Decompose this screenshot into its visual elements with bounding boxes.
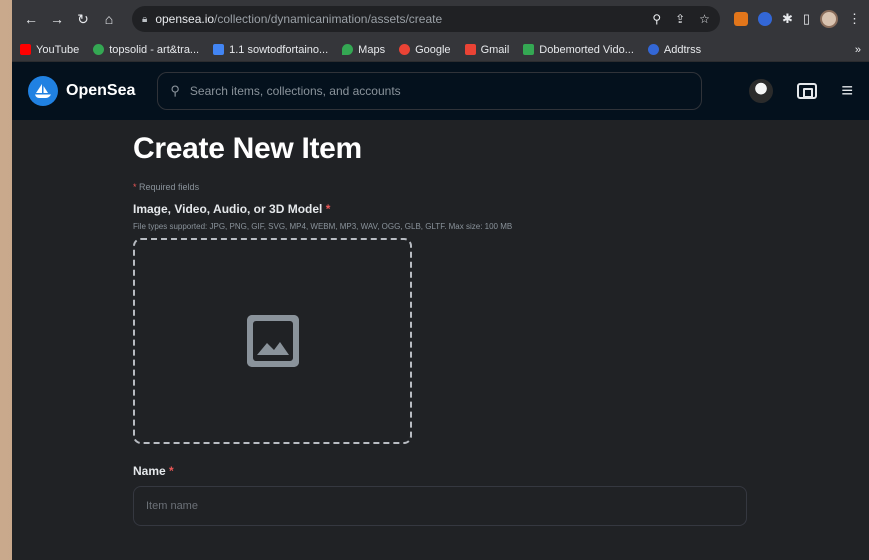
bookmark-favicon — [213, 44, 225, 55]
youtube-icon — [20, 44, 31, 55]
bookmark-topsolid[interactable]: topsolid - art&tra... — [93, 44, 199, 56]
reload-icon[interactable]: ↻ — [72, 8, 94, 30]
bookmark-video[interactable]: Dobemorted Vido... — [523, 44, 634, 56]
gmail-icon — [464, 44, 476, 55]
profile-avatar[interactable] — [820, 10, 838, 28]
star-icon[interactable]: ☆ — [699, 12, 710, 26]
required-asterisk: * — [325, 202, 331, 216]
metamask-extension-icon[interactable] — [733, 12, 748, 26]
bookmark-maps[interactable]: Maps — [342, 44, 385, 56]
share-icon[interactable]: ⇪ — [675, 12, 685, 26]
bookmarks-overflow-icon[interactable]: » — [855, 44, 861, 56]
bookmark-favicon — [647, 44, 659, 55]
required-asterisk: * — [169, 464, 174, 478]
bookmark-address[interactable]: Addtrss — [647, 44, 701, 56]
site-header: OpenSea ⚲ ≡ — [12, 62, 869, 120]
bookmarks-bar: YouTube topsolid - art&tra... 1.1 sowtod… — [12, 38, 869, 62]
media-upload-dropzone[interactable] — [133, 238, 412, 444]
brand-name: OpenSea — [66, 82, 136, 99]
user-avatar[interactable] — [749, 79, 774, 103]
url-host: opensea.io — [155, 12, 215, 26]
search-input[interactable] — [189, 84, 690, 98]
name-field-label: Name * — [133, 464, 174, 478]
url-path: /collection/dynamicanimation/assets/crea… — [214, 12, 443, 26]
google-icon — [399, 44, 411, 55]
home-icon[interactable]: ⌂ — [98, 8, 120, 30]
browser-menu-icon[interactable]: ⋮ — [848, 11, 861, 27]
opensea-logo[interactable]: OpenSea — [28, 76, 135, 106]
name-input[interactable] — [133, 486, 747, 526]
search-icon: ⚲ — [170, 83, 180, 98]
bookmark-favicon — [93, 44, 105, 55]
media-help-text: File types supported: JPG, PNG, GIF, SVG… — [133, 222, 513, 231]
opensea-boat-icon — [28, 76, 58, 106]
browser-window: ← → ↻ ⌂ 🔒︎ opensea.io /collection/dynami… — [12, 0, 869, 560]
zoom-icon[interactable]: ⚲ — [652, 12, 661, 26]
browser-toolbar: ← → ↻ ⌂ 🔒︎ opensea.io /collection/dynami… — [12, 0, 869, 38]
page-title: Create New Item — [133, 132, 362, 165]
back-icon[interactable]: ← — [20, 8, 42, 30]
media-field-label: Image, Video, Audio, or 3D Model * — [133, 202, 331, 216]
image-placeholder-icon — [246, 315, 299, 367]
wallet-icon[interactable] — [797, 83, 818, 99]
main-content: Create New Item * Required fields Image,… — [12, 120, 869, 560]
bookmark-gmail[interactable]: Gmail — [464, 44, 509, 56]
required-asterisk: * — [133, 182, 137, 192]
bookmark-youtube[interactable]: YouTube — [20, 44, 79, 56]
create-item-form: Create New Item * Required fields Image,… — [133, 132, 753, 526]
address-bar[interactable]: 🔒︎ opensea.io /collection/dynamicanimati… — [132, 6, 720, 32]
search-bar[interactable]: ⚲ — [157, 72, 703, 110]
maps-icon — [342, 44, 354, 55]
forward-icon[interactable]: → — [46, 8, 68, 30]
bookmark-favicon — [523, 44, 535, 55]
required-fields-note: * Required fields — [133, 182, 200, 192]
bookmark-google[interactable]: Google — [399, 44, 451, 56]
side-panel-icon[interactable]: ▯ — [803, 11, 810, 27]
hamburger-menu-icon[interactable]: ≡ — [841, 81, 853, 101]
lock-icon: 🔒︎ — [142, 13, 148, 25]
extensions-puzzle-icon[interactable]: ✱ — [782, 11, 793, 27]
bookmark-notifications[interactable]: 1.1 sowtodfortaino... — [213, 44, 328, 56]
extension-icon[interactable] — [757, 12, 772, 26]
